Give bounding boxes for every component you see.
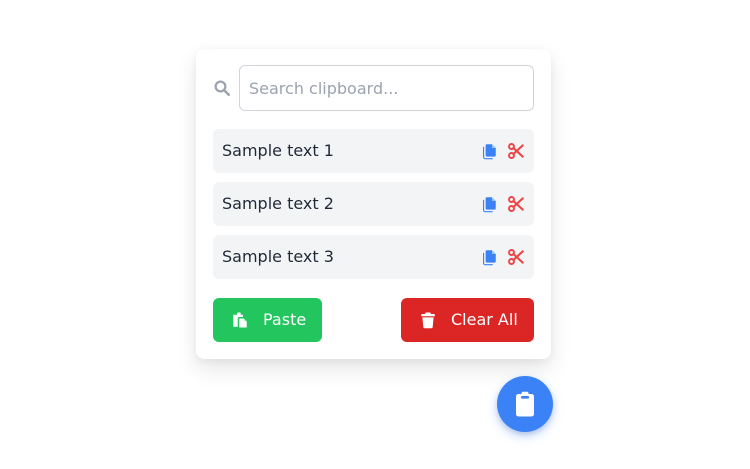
copy-icon[interactable] <box>480 195 498 213</box>
trash-icon <box>421 312 435 329</box>
search-icon <box>214 80 231 97</box>
search-input[interactable] <box>239 65 534 111</box>
paste-icon <box>233 312 247 328</box>
clipboard-manager-stage: Sample text 1 Sample text 2 <box>0 0 750 469</box>
list-item[interactable]: Sample text 2 <box>213 182 534 226</box>
list-item[interactable]: Sample text 3 <box>213 235 534 279</box>
clip-text: Sample text 2 <box>222 194 334 213</box>
clear-all-button[interactable]: Clear All <box>401 298 534 342</box>
clip-text: Sample text 3 <box>222 247 334 266</box>
list-item[interactable]: Sample text 1 <box>213 129 534 173</box>
paste-label: Paste <box>263 310 307 329</box>
clipboard-panel: Sample text 1 Sample text 2 <box>196 49 551 359</box>
clipboard-list: Sample text 1 Sample text 2 Sample text … <box>213 129 534 288</box>
copy-icon[interactable] <box>480 248 498 266</box>
copy-icon[interactable] <box>480 142 498 160</box>
clear-all-label: Clear All <box>451 310 518 329</box>
cut-icon[interactable] <box>507 142 525 160</box>
clip-text: Sample text 1 <box>222 141 334 160</box>
cut-icon[interactable] <box>507 195 525 213</box>
search-row <box>213 65 534 111</box>
clipboard-toggle-button[interactable] <box>497 376 553 432</box>
cut-icon[interactable] <box>507 248 525 266</box>
clipboard-icon <box>516 391 534 417</box>
paste-button[interactable]: Paste <box>213 298 322 342</box>
